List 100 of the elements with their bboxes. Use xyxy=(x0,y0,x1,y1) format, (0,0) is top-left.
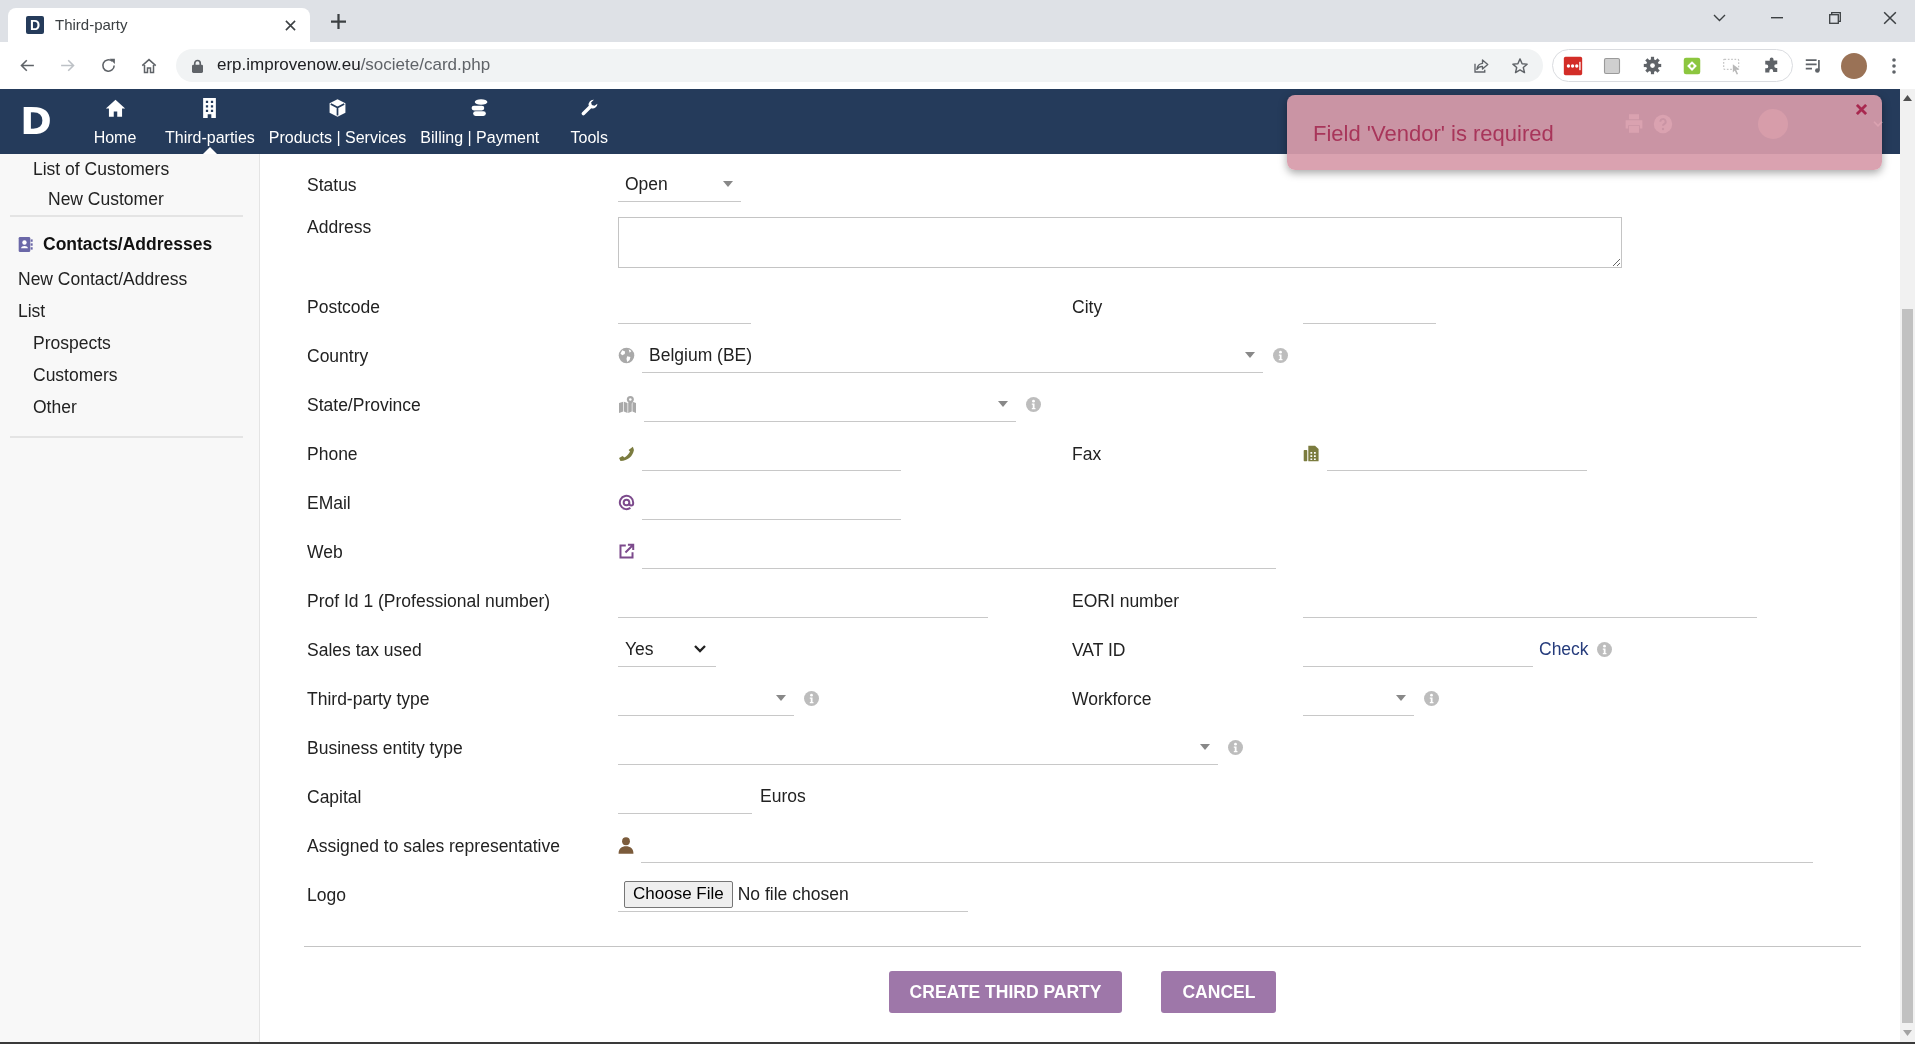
sidebar-link[interactable]: New Contact/Address xyxy=(18,269,188,289)
file-status-text: No file chosen xyxy=(737,883,849,905)
nav-menu-item[interactable]: Tools xyxy=(546,89,633,154)
sidebar-link[interactable]: Customers xyxy=(33,365,118,385)
field-label: Status xyxy=(307,174,357,195)
dots-tile-icon[interactable] xyxy=(1562,55,1583,76)
sidebar-link[interactable]: List xyxy=(18,301,46,321)
info-icon[interactable] xyxy=(1273,348,1288,363)
chevron-down-icon[interactable] xyxy=(1712,14,1726,22)
caret-icon xyxy=(1396,695,1406,701)
unit-label: Euros xyxy=(760,786,806,807)
field-label: Capital xyxy=(307,786,362,807)
plus-icon[interactable] xyxy=(331,13,346,29)
dropdown[interactable]: Open xyxy=(618,167,741,202)
profile-avatar[interactable] xyxy=(1841,52,1867,79)
person-icon xyxy=(618,837,634,854)
scroll-down-arrow-icon[interactable] xyxy=(1903,1030,1912,1036)
info-icon[interactable] xyxy=(1424,691,1439,706)
caret-icon xyxy=(998,401,1008,407)
close-icon[interactable] xyxy=(285,19,296,31)
section-heading: Contacts/Addresses xyxy=(43,233,213,255)
sidebar-link[interactable]: New Customer xyxy=(48,189,164,209)
browser-tab[interactable]: D Third-party xyxy=(8,8,310,42)
gear-icon[interactable] xyxy=(1642,56,1662,75)
app-logo[interactable]: D xyxy=(0,89,72,154)
field-label: Business entity type xyxy=(307,737,463,758)
share-icon[interactable] xyxy=(1472,56,1490,75)
field-label: Phone xyxy=(307,443,358,464)
create-button[interactable]: CREATE THIRD PARTY xyxy=(888,971,1123,1013)
home-icon[interactable] xyxy=(139,56,158,75)
field-label: State/Province xyxy=(307,394,421,415)
info-icon[interactable] xyxy=(1026,397,1041,412)
cancel-button[interactable]: CANCEL xyxy=(1161,971,1277,1013)
field-label: Sales tax used xyxy=(307,639,422,660)
field-label: Prof Id 1 (Professional number) xyxy=(307,590,551,611)
scroll-up-arrow-icon[interactable] xyxy=(1903,95,1912,101)
field-label: Country xyxy=(307,345,369,366)
sidebar-link[interactable]: Other xyxy=(33,397,77,417)
field-label: Workforce xyxy=(1072,688,1152,709)
field-label: Assigned to sales representative xyxy=(307,835,560,856)
forward-arrow-icon[interactable] xyxy=(59,57,77,74)
sidebar-link[interactable]: List of Customers xyxy=(33,159,170,179)
phone-icon xyxy=(618,445,635,462)
text-area[interactable] xyxy=(618,217,1622,268)
field-label: City xyxy=(1072,296,1103,317)
minimize-icon[interactable] xyxy=(1771,17,1783,19)
field-label: Web xyxy=(307,541,343,562)
field-label: VAT ID xyxy=(1072,639,1126,660)
box-icon xyxy=(328,98,348,118)
lock-icon xyxy=(192,58,203,73)
field-label: EMail xyxy=(307,492,351,513)
map-icon xyxy=(618,396,637,413)
nav-menu-item[interactable]: Billing | Payment xyxy=(413,89,547,154)
field-label: EORI number xyxy=(1072,590,1179,611)
nav-menu-item[interactable]: Home xyxy=(72,89,158,154)
caret-icon xyxy=(723,181,733,187)
coins-icon xyxy=(470,98,490,118)
dropdown[interactable]: Yes xyxy=(618,632,716,667)
caret-icon xyxy=(1245,352,1255,358)
info-icon[interactable] xyxy=(1596,642,1612,657)
info-icon[interactable] xyxy=(804,691,819,706)
external-link-icon xyxy=(618,543,635,560)
nav-menu-item[interactable]: Products | Services xyxy=(261,89,414,154)
square-icon[interactable] xyxy=(1603,56,1621,75)
url-text: erp.improvenow.eu/societe/card.php xyxy=(217,55,491,76)
dropdown[interactable]: Belgium (BE) xyxy=(642,338,1263,373)
close-icon[interactable] xyxy=(1882,11,1897,25)
playlist-icon[interactable] xyxy=(1803,57,1823,74)
menu-icon[interactable] xyxy=(1892,57,1896,74)
contact-book-icon xyxy=(18,235,33,253)
home-icon xyxy=(104,98,126,118)
caret-icon xyxy=(776,695,786,701)
file-input[interactable]: Choose File No file chosen xyxy=(618,877,968,912)
choose-file-button[interactable]: Choose File xyxy=(624,880,733,908)
globe-icon xyxy=(618,347,635,364)
reload-icon[interactable] xyxy=(99,57,117,74)
info-icon[interactable] xyxy=(1228,740,1243,755)
at-icon xyxy=(618,494,635,511)
scrollbar[interactable] xyxy=(1900,89,1915,1042)
building-icon xyxy=(202,98,218,118)
restore-icon[interactable] xyxy=(1829,12,1841,24)
field-label: Postcode xyxy=(307,296,380,317)
favicon: D xyxy=(26,16,44,34)
chevron-down-icon xyxy=(694,645,706,653)
field-label: Address xyxy=(307,217,372,237)
address-bar[interactable]: erp.improvenow.eu/societe/card.php xyxy=(176,49,1543,82)
back-arrow-icon[interactable] xyxy=(18,57,36,74)
star-icon[interactable] xyxy=(1511,56,1529,75)
nav-menu-item[interactable]: Third-parties xyxy=(158,89,262,154)
wrench-icon xyxy=(579,98,599,118)
fax-icon xyxy=(1303,445,1320,462)
error-message: Field 'Vendor' is required xyxy=(1313,121,1554,148)
diamond-tile-icon[interactable] xyxy=(1683,56,1701,75)
check-link[interactable]: Check xyxy=(1539,639,1589,660)
field-label: Fax xyxy=(1072,443,1102,464)
field-label: Third-party type xyxy=(307,688,430,709)
scrollbar-thumb[interactable] xyxy=(1902,309,1913,1023)
sidebar-link[interactable]: Prospects xyxy=(33,333,111,353)
caret-icon xyxy=(1200,744,1210,750)
field-label: Logo xyxy=(307,884,346,905)
